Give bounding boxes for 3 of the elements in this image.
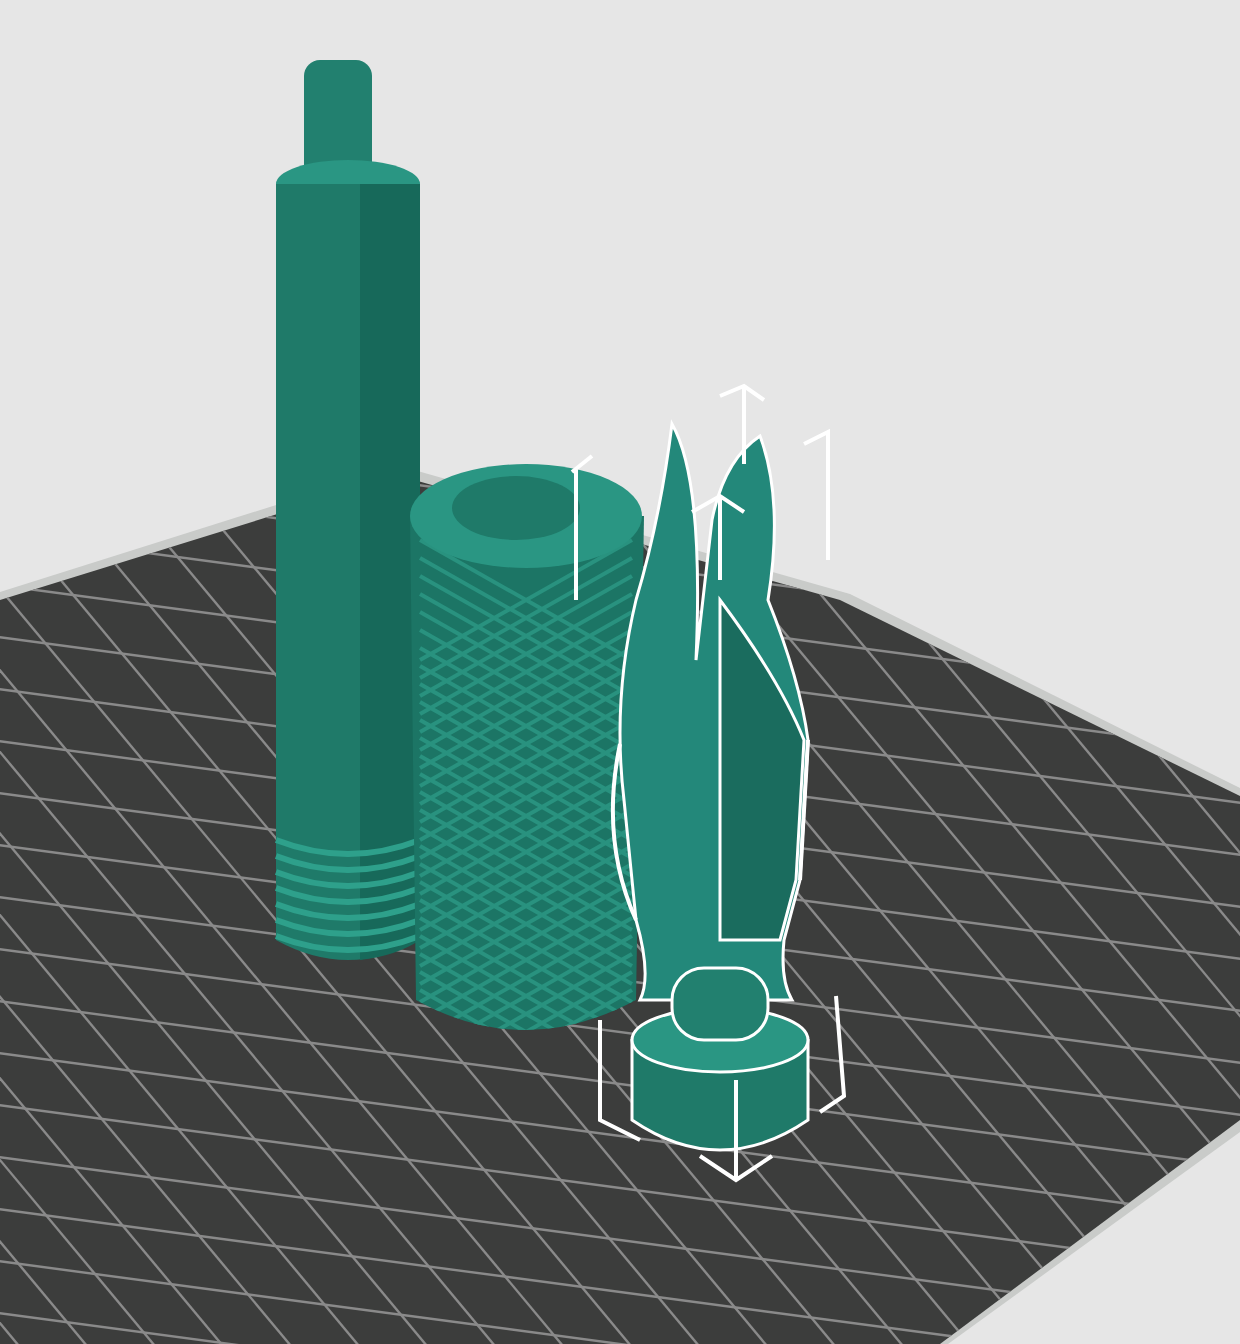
rod-model[interactable] — [275, 60, 421, 960]
fork-model[interactable] — [618, 422, 810, 1152]
knurled-sleeve-model[interactable] — [410, 464, 644, 1030]
